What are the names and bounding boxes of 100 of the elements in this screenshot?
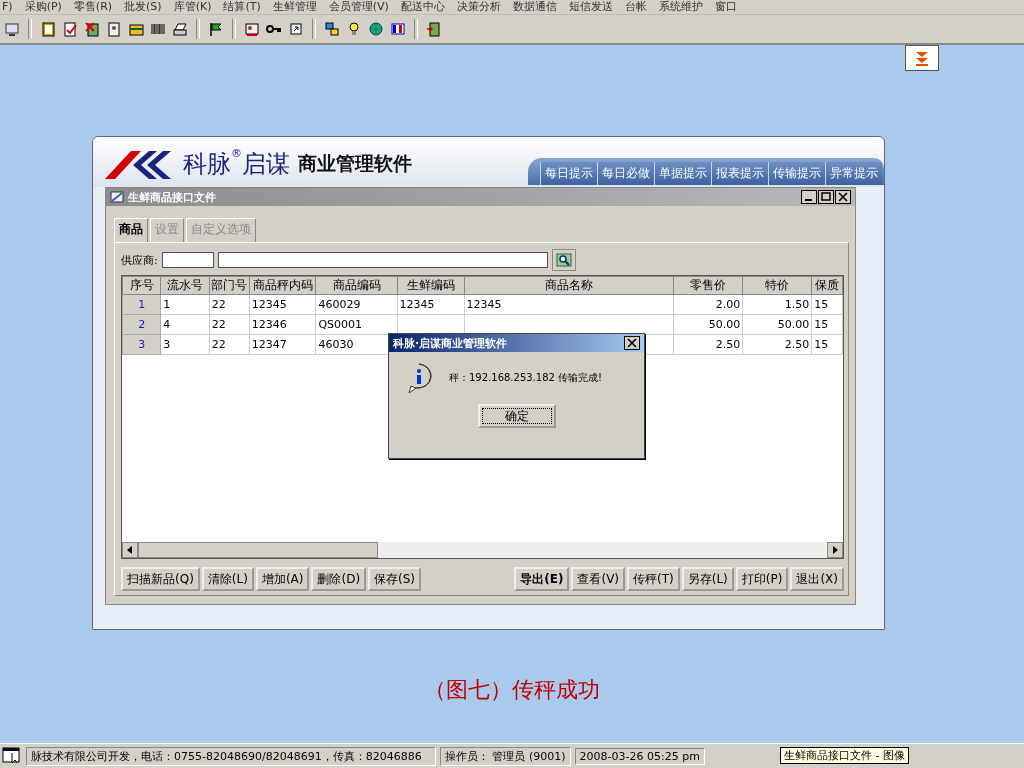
row-number: 1 (122, 294, 161, 315)
table-cell: 15 (811, 294, 843, 315)
collapse-button[interactable] (905, 45, 939, 71)
table-cell: 12345 (397, 294, 465, 315)
search-icon (555, 253, 572, 267)
network-icon[interactable] (324, 21, 340, 37)
status-text: 操作员： 管理员 (9001) (440, 746, 571, 766)
table-cell: 4 (160, 314, 210, 335)
table-cell: 3 (160, 334, 210, 355)
menu-item[interactable]: 零售(R) (73, 0, 113, 14)
horizontal-scrollbar[interactable] (122, 542, 843, 558)
tip-tab[interactable]: 报表提示 (711, 162, 768, 185)
column-header[interactable]: 商品秤内码 (249, 276, 316, 295)
double-down-arrow-icon (914, 50, 930, 66)
table-cell: 2.00 (673, 294, 743, 315)
menu-item[interactable]: 短信发送 (568, 0, 613, 14)
table-cell: 1 (160, 294, 210, 315)
table-cell: 12347 (249, 334, 316, 355)
minimize-button[interactable] (801, 190, 817, 204)
globe-icon[interactable] (368, 21, 384, 37)
lightbulb-icon[interactable] (346, 21, 362, 37)
action-button[interactable]: 退出(X) (790, 567, 844, 591)
action-button[interactable]: 传秤(T) (627, 567, 680, 591)
search-button[interactable] (551, 249, 576, 271)
ok-button[interactable]: 确定 (477, 404, 556, 428)
menu-item[interactable]: 窗口 (714, 0, 737, 14)
logo-subtitle: 商业管理软件 (298, 151, 412, 176)
menu-item[interactable]: 台帐 (624, 0, 647, 14)
column-header[interactable]: 特价 (742, 276, 812, 295)
action-button[interactable]: 清除(L) (201, 567, 254, 591)
action-button[interactable]: 保存(S) (368, 567, 422, 591)
window-app-icon (110, 190, 124, 204)
logo-text: 科脉 (183, 149, 231, 180)
menu-item[interactable]: 生鲜管理 (272, 0, 317, 14)
table-cell: 15 (811, 334, 843, 355)
card-icon[interactable] (106, 21, 122, 37)
row-number: 2 (122, 314, 161, 335)
maximize-button[interactable] (818, 190, 834, 204)
menu-item[interactable]: 配送中心 (400, 0, 445, 14)
column-header[interactable]: 生鲜编码 (397, 276, 465, 295)
grid-icon[interactable] (390, 21, 406, 37)
menu-item[interactable]: F) (2, 0, 13, 14)
window-title: 生鲜商品接口文件 (128, 189, 217, 205)
table-cell: 1.50 (742, 294, 812, 315)
table-cell: 22 (209, 334, 250, 355)
clipboard-icon[interactable] (40, 21, 56, 37)
close-button[interactable] (624, 336, 640, 350)
figure-caption: （图七）传秤成功 (423, 676, 601, 704)
supplier-name-field[interactable] (217, 252, 548, 268)
monitor-icon[interactable] (4, 21, 20, 37)
menu-item[interactable]: 库管(K) (173, 0, 212, 14)
logo-text: 启谋 (242, 149, 290, 180)
field-label: 供应商: (121, 252, 158, 268)
document-check-icon[interactable] (62, 21, 78, 37)
dialog-message: 秤：192.168.253.182 传输完成! (449, 371, 603, 385)
tab[interactable]: 商品 (114, 218, 148, 242)
close-button[interactable] (835, 190, 851, 204)
printer-icon[interactable] (172, 21, 188, 37)
action-button[interactable]: 删除(D) (311, 567, 367, 591)
tooltip: 生鲜商品接口文件 - 图像 (780, 747, 909, 764)
table-cell: 50.00 (673, 314, 743, 335)
registered-mark: ® (231, 147, 242, 160)
menu-item[interactable]: 批发(S) (124, 0, 162, 14)
table-cell: 50.00 (742, 314, 812, 335)
tip-tab[interactable]: 传输提示 (768, 162, 825, 185)
flag-icon[interactable] (208, 21, 224, 37)
table-cell: 2.50 (673, 334, 743, 355)
scroll-thumb[interactable] (138, 542, 378, 558)
column-header[interactable]: 零售价 (673, 276, 743, 295)
action-button[interactable]: 另存(L) (681, 567, 734, 591)
column-header[interactable]: 商品编码 (315, 276, 398, 295)
column-header[interactable]: 序号 (122, 276, 161, 295)
table-cell: 15 (811, 314, 843, 335)
tip-tab[interactable]: 每日提示 (540, 162, 597, 185)
barcode-icon[interactable] (150, 21, 166, 37)
menu-item[interactable]: 数据通信 (512, 0, 557, 14)
document-cross-icon[interactable] (84, 21, 100, 37)
person-card-icon[interactable] (244, 21, 260, 37)
action-button[interactable]: 查看(V) (571, 567, 626, 591)
menu-item[interactable]: 会员管理(V) (328, 0, 389, 14)
door-exit-icon[interactable] (426, 21, 442, 37)
tip-tab[interactable]: 异常提示 (825, 162, 882, 185)
action-button[interactable]: 导出(E) (514, 567, 570, 591)
action-button[interactable]: 打印(P) (735, 567, 789, 591)
table-cell: 22 (209, 314, 250, 335)
column-header[interactable]: 流水号 (160, 276, 210, 295)
supplier-code-field[interactable] (161, 252, 214, 268)
tip-tab[interactable]: 每日必做 (597, 162, 654, 185)
column-header[interactable]: 部门号 (209, 276, 250, 295)
action-button[interactable]: 增加(A) (255, 567, 310, 591)
folder-icon[interactable] (128, 21, 144, 37)
menu-item[interactable]: 采购(P) (24, 0, 62, 14)
table-cell: 2.50 (742, 334, 812, 355)
column-header[interactable]: 保质 (811, 276, 843, 295)
action-button[interactable]: 扫描新品(Q) (121, 567, 200, 591)
menu-item[interactable]: 结算(T) (223, 0, 261, 14)
tip-tab[interactable]: 单据提示 (654, 162, 711, 185)
column-header[interactable]: 商品名称 (464, 276, 674, 295)
menu-item[interactable]: 系统维护 (658, 0, 703, 14)
menu-item[interactable]: 决策分析 (456, 0, 501, 14)
